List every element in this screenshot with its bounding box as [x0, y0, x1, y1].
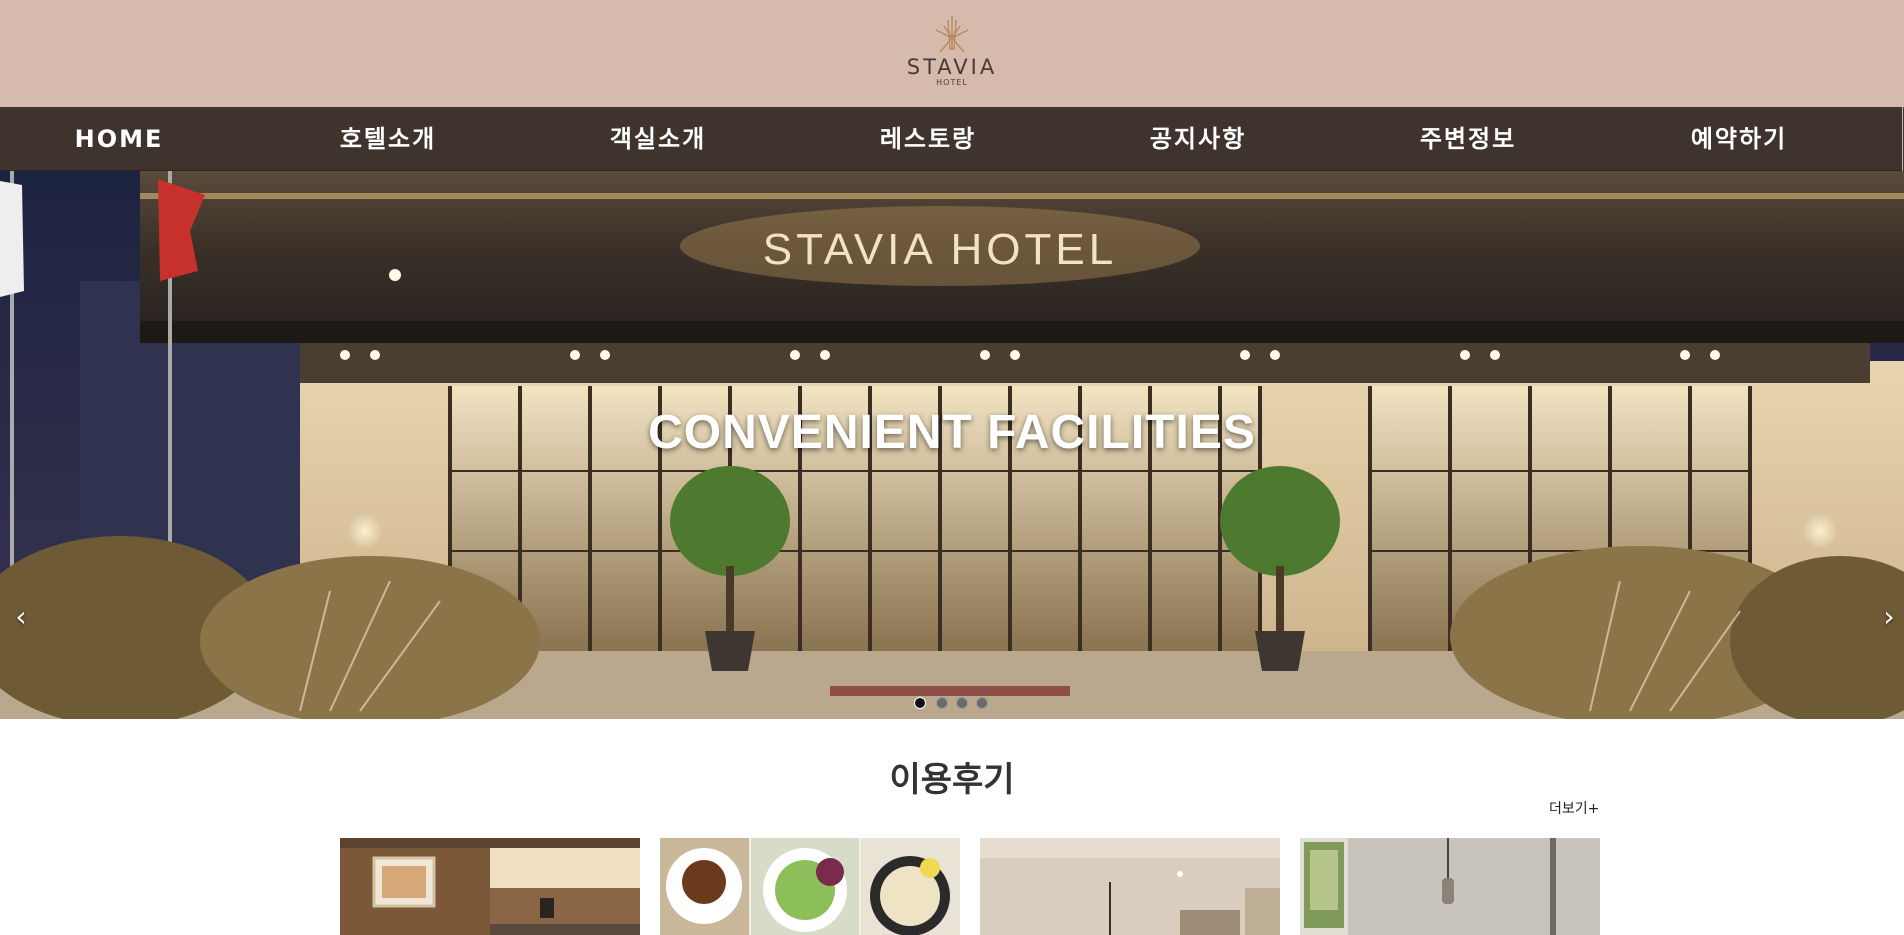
hotel-sign-text: STAVIA HOTEL	[763, 225, 1117, 274]
nav-divider	[1902, 107, 1903, 171]
nav-item-home[interactable]: HOME	[9, 107, 229, 171]
slider-dot[interactable]	[976, 697, 988, 709]
slider-dot[interactable]	[914, 697, 926, 709]
review-card[interactable]	[660, 838, 960, 935]
hero-caption: CONVENIENT FACILITIES	[648, 406, 1256, 459]
slider-dot[interactable]	[936, 697, 948, 709]
nav-item-restaurant[interactable]: 레스토랑	[818, 107, 1038, 171]
review-image-interior	[1300, 838, 1600, 935]
main-nav: HOME 호텔소개 객실소개 레스토랑 공지사항 주변정보 예약하기	[0, 107, 1904, 171]
reviews-title: 이용후기	[889, 760, 1015, 800]
logo-subtext: HOTEL	[936, 78, 968, 87]
review-card[interactable]	[340, 838, 640, 935]
nav-item-nearby[interactable]: 주변정보	[1358, 107, 1578, 171]
nav-item-reservation[interactable]: 예약하기	[1629, 107, 1849, 171]
review-image-bedroom	[980, 838, 1280, 935]
review-card[interactable]	[980, 838, 1280, 935]
nav-item-notices[interactable]: 공지사항	[1088, 107, 1308, 171]
slider-dots	[914, 697, 1004, 711]
chevron-left-icon[interactable]: ‹	[6, 599, 36, 635]
site-header: STAVIA HOTEL	[0, 0, 1904, 107]
nav-item-hotel-intro[interactable]: 호텔소개	[278, 107, 498, 171]
nav-item-rooms[interactable]: 객실소개	[548, 107, 768, 171]
slider-dot[interactable]	[956, 697, 968, 709]
review-card[interactable]	[1300, 838, 1600, 935]
hotel-logo[interactable]: STAVIA HOTEL	[906, 14, 998, 94]
more-link[interactable]: 더보기+	[1549, 798, 1599, 818]
chevron-right-icon[interactable]: ›	[1874, 599, 1904, 635]
star-logo-icon	[935, 16, 969, 53]
review-image-food	[660, 838, 960, 935]
logo-text: STAVIA	[906, 55, 998, 79]
review-image-room	[340, 838, 640, 935]
